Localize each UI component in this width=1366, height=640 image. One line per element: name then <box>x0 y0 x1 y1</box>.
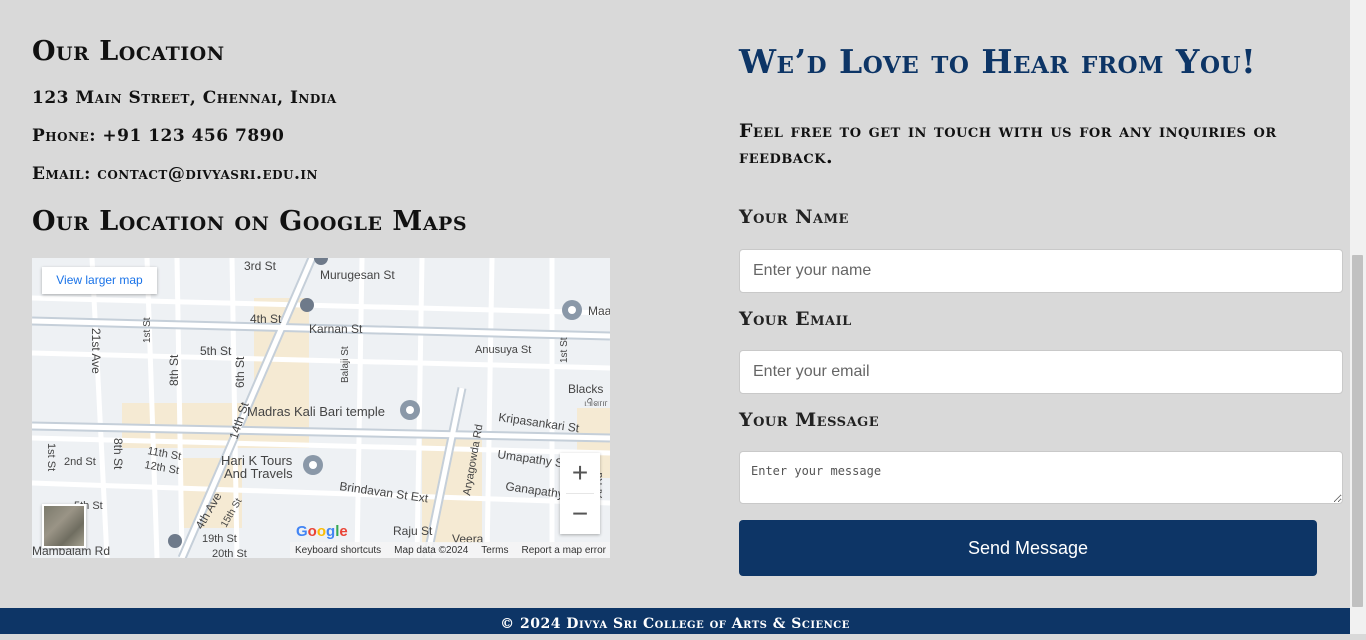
send-message-button[interactable]: Send Message <box>739 520 1317 576</box>
map-label: Anusuya St <box>475 344 531 356</box>
map-label: 4th St <box>250 312 282 326</box>
poi-marker-icon[interactable] <box>562 300 582 320</box>
map-label: 3rd St <box>244 259 277 273</box>
email-text: Email: contact@divyasri.edu.in <box>32 164 318 184</box>
map-label: 1st St <box>45 443 57 471</box>
map-label: Madras Kali Bari temple <box>247 404 385 419</box>
phone-text: Phone: +91 123 456 7890 <box>32 126 285 146</box>
map-label: Balaji St <box>340 346 351 383</box>
map-label: 1st St <box>559 337 570 363</box>
map-label: 21st Ave <box>89 328 103 374</box>
maps-heading: Our Location on Google Maps <box>32 206 468 237</box>
map-attribution: Keyboard shortcuts Map data ©2024 Terms … <box>290 542 610 558</box>
zoom-controls: + − <box>560 453 600 534</box>
poi-marker-icon[interactable] <box>400 400 420 420</box>
google-logo: Google <box>296 523 348 540</box>
map-label: 1st St <box>142 317 153 343</box>
location-heading: Our Location <box>32 36 225 67</box>
map-label: Murugesan St <box>320 268 395 282</box>
bus-stop-icon[interactable] <box>300 298 314 312</box>
zoom-out-button[interactable]: − <box>560 494 600 534</box>
map-label: 5th St <box>200 344 232 358</box>
map-label: And Travels <box>224 466 293 481</box>
view-larger-map-link[interactable]: View larger map <box>42 267 157 294</box>
footer: © 2024 Divya Sri College of Arts & Scien… <box>0 608 1350 634</box>
contact-title: We’d Love to Hear from You! <box>739 42 1257 81</box>
terms-link[interactable]: Terms <box>481 545 508 556</box>
bus-stop-icon[interactable] <box>314 258 328 265</box>
bus-stop-icon[interactable] <box>168 534 182 548</box>
google-map[interactable]: 3rd St Murugesan St 4th St Karnan St 5th… <box>32 258 610 558</box>
map-label: Raju St <box>393 524 433 538</box>
map-label: 19th St <box>202 533 237 545</box>
scrollbar-thumb[interactable] <box>1352 255 1363 607</box>
report-map-error-link[interactable]: Report a map error <box>522 545 606 556</box>
name-input[interactable] <box>739 249 1343 293</box>
map-canvas[interactable]: 3rd St Murugesan St 4th St Karnan St 5th… <box>32 258 610 558</box>
email-label: Your Email <box>739 308 852 330</box>
contact-subtitle: Feel free to get in touch with us for an… <box>739 120 1277 168</box>
map-label: 2nd St <box>64 456 96 468</box>
map-label: Karnan St <box>309 322 363 336</box>
map-label: 6th St <box>233 356 247 388</box>
map-label: Maa <box>588 304 610 318</box>
message-textarea[interactable] <box>739 451 1343 504</box>
keyboard-shortcuts-link[interactable]: Keyboard shortcuts <box>295 545 381 556</box>
map-label: பிளா <box>584 398 608 409</box>
poi-marker-icon[interactable] <box>303 455 323 475</box>
address-text: 123 Main Street, Chennai, India <box>32 88 337 108</box>
map-data-text: Map data ©2024 <box>394 544 469 556</box>
map-label: 8th St <box>111 438 125 470</box>
map-label: 8th St <box>167 354 181 386</box>
map-label: Blacks <box>568 382 603 396</box>
message-label: Your Message <box>739 409 880 431</box>
zoom-in-button[interactable]: + <box>560 453 600 493</box>
name-label: Your Name <box>739 206 849 228</box>
map-label: 20th St <box>212 548 247 558</box>
email-input[interactable] <box>739 350 1343 394</box>
satellite-toggle-icon[interactable] <box>42 504 86 548</box>
